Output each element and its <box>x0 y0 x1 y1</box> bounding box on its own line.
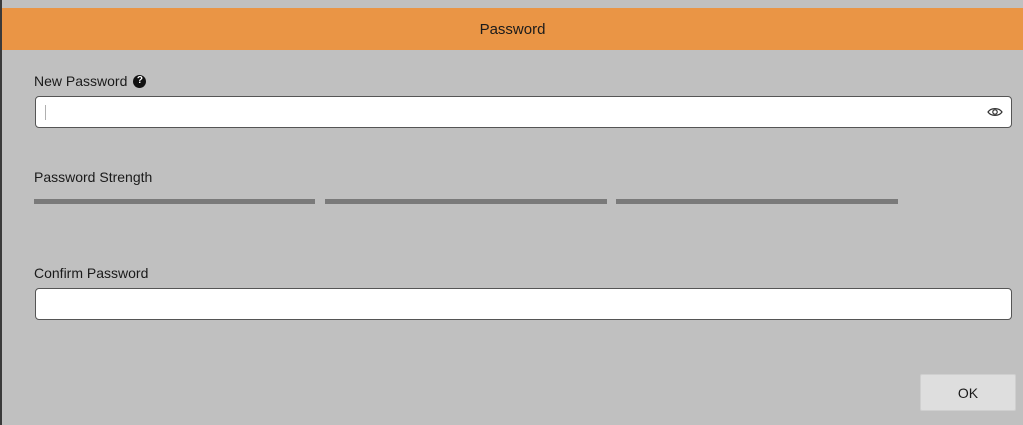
password-dialog: Password New Password ? Password Strengt… <box>0 0 1023 425</box>
new-password-field[interactable] <box>35 96 1012 128</box>
new-password-label-row: New Password ? <box>34 73 147 89</box>
password-strength-label-row: Password Strength <box>34 169 152 185</box>
new-password-label: New Password <box>34 73 128 89</box>
eye-icon[interactable] <box>987 105 1003 119</box>
dialog-title-bar: Password <box>2 8 1023 50</box>
dialog-title: Password <box>479 20 546 38</box>
confirm-password-input[interactable] <box>36 289 966 317</box>
password-strength-label: Password Strength <box>34 169 153 185</box>
confirm-password-field[interactable] <box>35 288 1012 320</box>
confirm-password-label-row: Confirm Password <box>34 265 148 281</box>
new-password-input[interactable] <box>36 97 966 125</box>
strength-segment-1 <box>34 199 315 204</box>
text-cursor <box>45 105 46 120</box>
confirm-password-label: Confirm Password <box>34 265 149 281</box>
question-circle-icon[interactable]: ? <box>133 74 147 88</box>
ok-button[interactable]: OK <box>920 374 1016 411</box>
strength-segment-3 <box>616 199 898 204</box>
strength-segment-2 <box>325 199 607 204</box>
